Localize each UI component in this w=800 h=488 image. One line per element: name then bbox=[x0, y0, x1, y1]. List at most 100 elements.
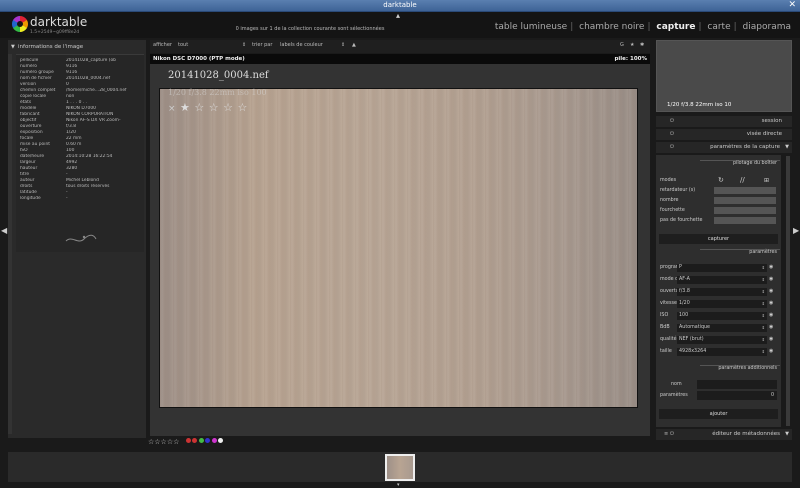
timelapse-icon[interactable]: ↻ bbox=[718, 176, 724, 184]
brackets-slider[interactable] bbox=[714, 207, 776, 214]
sequence-icon[interactable]: ⊞ bbox=[764, 177, 769, 184]
show-label: afficher bbox=[153, 42, 172, 48]
capture-button[interactable]: capturer bbox=[659, 234, 778, 244]
color-label-dot[interactable] bbox=[205, 438, 211, 443]
eye-icon[interactable]: ◉ bbox=[769, 312, 773, 318]
eye-icon[interactable]: ◉ bbox=[769, 348, 773, 354]
power-icon[interactable]: ⏻ bbox=[670, 431, 674, 437]
right-scrollbar[interactable] bbox=[786, 156, 790, 426]
param-combo[interactable]: AF-A ⇕ bbox=[677, 276, 767, 284]
power-icon[interactable]: ⏻ bbox=[670, 144, 674, 150]
image-info-header[interactable]: ▼ informations de l'image bbox=[8, 44, 146, 54]
sort-label: trier par bbox=[252, 42, 273, 48]
collapse-right-arrow-icon[interactable]: ▶ bbox=[793, 226, 799, 235]
info-value: 0.60 m bbox=[66, 142, 82, 147]
star-icon[interactable]: ☆ bbox=[209, 101, 219, 114]
info-value: 3280 bbox=[66, 166, 78, 171]
app-version: 1.5+2549~g09ff8e2d bbox=[30, 30, 80, 35]
power-icon[interactable]: ⏻ bbox=[670, 118, 674, 124]
rating-stars[interactable]: ☆☆☆☆☆ bbox=[148, 438, 179, 446]
star-icon[interactable]: ☆ bbox=[238, 101, 248, 114]
captured-photo[interactable] bbox=[160, 89, 637, 407]
color-label-dot[interactable] bbox=[192, 438, 198, 443]
color-label-dot[interactable] bbox=[198, 438, 204, 443]
star-icon[interactable]: ★ bbox=[180, 101, 190, 114]
color-label-dot[interactable] bbox=[218, 438, 224, 443]
collapse-bottom-arrow-icon[interactable]: ▾ bbox=[397, 482, 400, 488]
delay-slider[interactable] bbox=[714, 187, 776, 194]
reject-icon[interactable]: × bbox=[168, 104, 176, 114]
show-select[interactable]: tout bbox=[178, 42, 246, 48]
view-diaporama[interactable]: diaporama bbox=[740, 22, 794, 32]
star-icon[interactable]: ☆ bbox=[194, 101, 204, 114]
grouping-button[interactable]: G bbox=[620, 42, 624, 48]
eye-icon[interactable]: ◉ bbox=[769, 276, 773, 282]
add-button[interactable]: ajouter bbox=[659, 409, 778, 419]
extra-params-input[interactable]: 0 bbox=[697, 391, 777, 400]
battery-level: pile: 100% bbox=[614, 56, 647, 62]
image-rating[interactable]: × ★ ☆ ☆ ☆ ☆ bbox=[168, 101, 248, 114]
steps-slider[interactable] bbox=[714, 217, 776, 224]
left-scrollbar[interactable] bbox=[8, 54, 12, 434]
eye-icon[interactable]: ◉ bbox=[769, 324, 773, 330]
section-live-view[interactable]: ⏻ visée directe bbox=[656, 129, 792, 140]
rating-filter-bar: ☆☆☆☆☆ bbox=[148, 438, 268, 448]
param-combo[interactable]: Automatique ⇕ bbox=[677, 324, 767, 332]
view-chambre-noire[interactable]: chambre noire bbox=[576, 22, 647, 32]
collapse-left-arrow-icon[interactable]: ◀ bbox=[1, 226, 7, 235]
section-session[interactable]: ⏻ session bbox=[656, 116, 792, 127]
sort-order-icon[interactable]: ▲ bbox=[352, 42, 356, 48]
info-value: - bbox=[66, 196, 68, 201]
view-capture[interactable]: capture bbox=[653, 22, 698, 32]
eye-icon[interactable]: ◉ bbox=[769, 336, 773, 342]
info-value: 4992 bbox=[66, 160, 78, 165]
extra-name-input[interactable] bbox=[697, 380, 777, 389]
expand-arrow-icon: ▼ bbox=[11, 44, 15, 50]
param-combo[interactable]: 100 ⇕ bbox=[677, 312, 767, 320]
info-key: fabricant bbox=[20, 112, 40, 117]
collapse-top-arrow-icon[interactable]: ▴ bbox=[396, 11, 400, 20]
info-value: non bbox=[66, 94, 75, 99]
info-value: - bbox=[66, 190, 68, 195]
info-value: /home/miche…28_0004.nef bbox=[66, 88, 127, 93]
eye-icon[interactable]: ◉ bbox=[769, 288, 773, 294]
info-key: copie locale bbox=[20, 94, 47, 99]
navigator-preview[interactable]: 1/20 f/3.8 22mm iso 10 bbox=[656, 40, 792, 112]
settings-gear-icon[interactable]: ✱ bbox=[640, 42, 644, 48]
param-combo[interactable]: 4928x3264 ⇕ bbox=[677, 348, 767, 356]
color-label-dot[interactable] bbox=[185, 438, 191, 443]
section-label: éditeur de métadonnées bbox=[712, 431, 780, 437]
section-capture-settings[interactable]: ⏻ paramètres de la capture ▼ bbox=[656, 142, 792, 153]
param-combo[interactable]: 1/20 ⇕ bbox=[677, 300, 767, 308]
section-label: visée directe bbox=[746, 131, 782, 137]
eye-icon[interactable]: ◉ bbox=[769, 300, 773, 306]
color-labels bbox=[185, 438, 225, 446]
view-carte[interactable]: carte bbox=[704, 22, 733, 32]
param-value: P bbox=[679, 265, 682, 270]
param-combo[interactable]: P ⇕ bbox=[677, 264, 767, 272]
param-value: 100 bbox=[679, 313, 689, 318]
info-value: 20141028_0004.nef bbox=[66, 76, 111, 81]
color-label-dot[interactable] bbox=[211, 438, 217, 443]
info-value: 20141028_capture (ob bbox=[66, 58, 116, 63]
count-slider[interactable] bbox=[714, 197, 776, 204]
sort-select[interactable]: labels de couleur bbox=[280, 42, 350, 48]
star-overlay-icon[interactable]: ★ bbox=[630, 42, 634, 48]
presets-icon[interactable]: ≡ bbox=[664, 431, 668, 437]
left-panel: ▼ informations de l'image pellicule 20141… bbox=[8, 40, 146, 438]
power-icon[interactable]: ⏻ bbox=[670, 131, 674, 137]
bracket-icon[interactable]: // bbox=[740, 176, 745, 184]
section-metadata-editor[interactable]: ≡ ⏻ éditeur de métadonnées ▼ bbox=[656, 429, 792, 440]
filmstrip-thumbnail[interactable] bbox=[385, 454, 415, 481]
updown-icon: ⇕ bbox=[761, 277, 765, 282]
param-combo[interactable]: NEF (brut) ⇕ bbox=[677, 336, 767, 344]
info-value: tous droits réservés bbox=[66, 184, 110, 189]
info-row: longitude - bbox=[20, 196, 144, 202]
window-title: darktable bbox=[383, 1, 417, 9]
close-icon[interactable]: ✕ bbox=[788, 0, 796, 10]
eye-icon[interactable]: ◉ bbox=[769, 264, 773, 270]
param-combo[interactable]: f/3.8 ⇕ bbox=[677, 288, 767, 296]
info-key: exposition bbox=[20, 130, 43, 135]
star-icon[interactable]: ☆ bbox=[223, 101, 233, 114]
view-table-lumineuse[interactable]: table lumineuse bbox=[492, 22, 570, 32]
